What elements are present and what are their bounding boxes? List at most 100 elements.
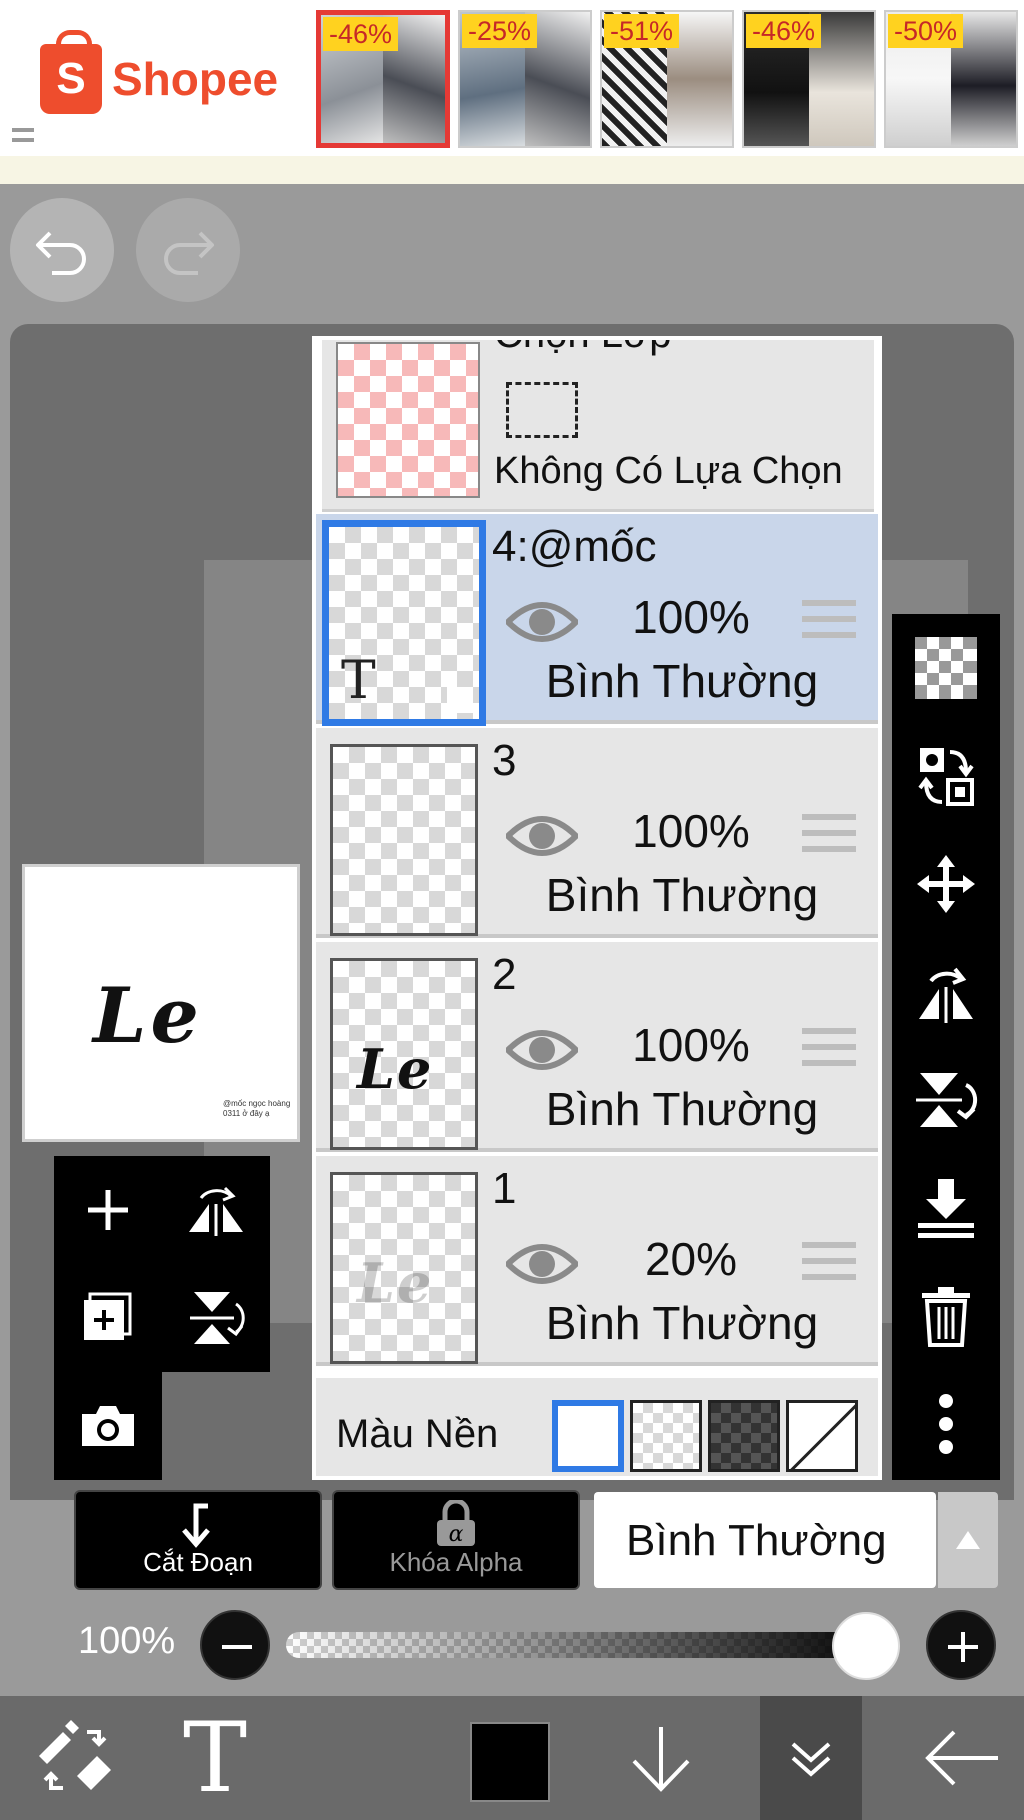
layer-row[interactable]: Le 2 100% Bình Thường <box>316 942 878 1152</box>
shopee-brand-text: Shopee <box>112 53 279 105</box>
tool-select-button[interactable] <box>10 1696 140 1820</box>
more-options-button[interactable] <box>892 1370 1000 1478</box>
thumbnail-small-text <box>447 687 473 713</box>
opacity-slider-thumb[interactable] <box>832 1612 900 1680</box>
drag-handle-icon[interactable] <box>802 1028 856 1068</box>
blend-mode-dropdown-arrow-icon[interactable] <box>938 1492 998 1588</box>
plus-icon <box>88 1190 128 1230</box>
flip-horizontal-button[interactable] <box>162 1156 270 1264</box>
layer-row[interactable]: Le 1 20% Bình Thường <box>316 1156 878 1366</box>
clipping-label: Cắt Đoạn <box>143 1547 253 1577</box>
drag-handle-icon[interactable] <box>802 600 856 640</box>
layer-blend-mode: Bình Thường <box>545 655 819 707</box>
add-layer-button[interactable] <box>54 1156 162 1264</box>
ad-product[interactable]: -46% <box>742 10 876 148</box>
selection-title: Chọn Lớp <box>494 340 671 357</box>
eye-icon[interactable] <box>506 1022 578 1078</box>
layer-name: 2 <box>492 950 517 999</box>
layer-row[interactable]: T 4:@mốc 100% Bình Thường <box>316 514 878 726</box>
preview-small-text: @mốc ngọc hoàng 0311 ở đây ạ <box>223 1099 291 1118</box>
layer-panel[interactable]: Chọn Lớp Không Có Lựa Chọn T 4:@mốc 100%… <box>312 336 882 1480</box>
import-photo-button[interactable] <box>54 1372 162 1480</box>
ad-product-list: -46% -25% -51% -46% -50% <box>316 10 1018 148</box>
opacity-slider-track[interactable] <box>286 1632 886 1658</box>
ad-product[interactable]: -46% <box>316 10 450 148</box>
background-dark-checker-option[interactable] <box>708 1400 780 1472</box>
layer-blend-mode: Bình Thường <box>545 1083 819 1135</box>
layer-row[interactable]: 3 100% Bình Thường <box>316 728 878 938</box>
layer-opacity: 100% <box>632 1019 750 1071</box>
thumbnail-artwork: Le <box>357 1251 434 1315</box>
layer-name: 3 <box>492 736 517 785</box>
redo-button[interactable] <box>136 198 240 302</box>
alpha-lock-label: Khóa Alpha <box>389 1547 523 1577</box>
shopee-logo[interactable]: S Shopee <box>40 30 279 114</box>
scroll-down-button[interactable] <box>606 1696 716 1820</box>
thumbnail-artwork: Le <box>357 1037 434 1101</box>
blend-mode-select[interactable]: Bình Thường <box>594 1492 936 1588</box>
opacity-decrease-button[interactable] <box>200 1610 270 1680</box>
layer-opacity: 100% <box>632 591 750 643</box>
ad-menu-icon[interactable] <box>12 128 34 142</box>
layer-opacity: 100% <box>632 805 750 857</box>
drag-handle-icon[interactable] <box>802 1242 856 1282</box>
layer-thumbnail: Le <box>330 958 478 1150</box>
ad-product[interactable]: -50% <box>884 10 1018 148</box>
move-button[interactable] <box>892 830 1000 938</box>
selection-thumbnail <box>336 342 480 498</box>
flip-horizontal-icon <box>919 967 973 1023</box>
preview-artwork: Le <box>93 971 203 1060</box>
flip-vertical-button[interactable] <box>162 1264 270 1372</box>
swap-layer-button[interactable] <box>892 722 1000 830</box>
selection-layer-row[interactable]: Chọn Lớp Không Có Lựa Chọn <box>322 340 874 512</box>
ad-product[interactable]: -51% <box>600 10 734 148</box>
blend-mode-value: Bình Thường <box>626 1516 887 1565</box>
duplicate-layer-button[interactable] <box>54 1264 162 1372</box>
undo-button[interactable] <box>10 198 114 302</box>
discount-badge: -50% <box>888 14 964 48</box>
arrow-down-icon <box>632 1727 690 1792</box>
text-tool-button[interactable]: T <box>150 1696 280 1820</box>
opacity-value: 100% <box>78 1620 176 1662</box>
swap-icon <box>918 748 974 806</box>
discount-badge: -46% <box>323 17 399 51</box>
layer-blend-mode: Bình Thường <box>545 1297 819 1349</box>
flip-layer-vertical-button[interactable] <box>892 1046 1000 1154</box>
layer-name: 4:@mốc <box>492 522 657 571</box>
opacity-increase-button[interactable] <box>926 1610 996 1680</box>
arrow-left-icon <box>925 1730 998 1786</box>
right-toolbar <box>892 614 1000 1480</box>
ad-banner[interactable]: S Shopee -46% -25% -51% -46% -50% <box>0 0 1024 160</box>
back-button[interactable] <box>900 1696 1024 1820</box>
clipping-button[interactable]: Cắt Đoạn <box>74 1490 322 1590</box>
alpha-lock-button[interactable]: α Khóa Alpha <box>332 1490 580 1590</box>
merge-down-button[interactable] <box>892 1154 1000 1262</box>
merge-down-icon <box>918 1179 974 1238</box>
collapse-panel-button[interactable] <box>760 1696 862 1820</box>
move-icon <box>917 855 975 913</box>
bottom-toolbar: T <box>0 1696 1024 1820</box>
eye-icon[interactable] <box>506 808 578 864</box>
background-none-option[interactable] <box>786 1400 858 1472</box>
flip-layer-horizontal-button[interactable] <box>892 938 1000 1046</box>
background-color-label: Màu Nền <box>336 1412 499 1456</box>
canvas-preview[interactable]: Le @mốc ngọc hoàng 0311 ở đây ạ <box>22 864 300 1142</box>
layer-blend-mode: Bình Thường <box>545 869 819 921</box>
background-transparent-option[interactable] <box>630 1400 702 1472</box>
background-white-option[interactable] <box>552 1400 624 1472</box>
transparency-button[interactable] <box>892 614 1000 722</box>
checkerboard-icon <box>915 637 977 699</box>
eye-icon[interactable] <box>506 1236 578 1292</box>
delete-layer-button[interactable] <box>892 1262 1000 1370</box>
drag-handle-icon[interactable] <box>802 814 856 854</box>
color-swatch-button[interactable] <box>470 1722 550 1802</box>
eye-icon[interactable] <box>506 594 578 650</box>
layer-name: 1 <box>492 1164 517 1213</box>
ad-product[interactable]: -25% <box>458 10 592 148</box>
redo-icon <box>164 231 214 275</box>
layer-thumbnail: T <box>322 520 486 726</box>
layer-thumbnail <box>330 744 478 936</box>
double-chevron-down-icon <box>791 1742 831 1777</box>
flip-vertical-icon <box>190 1292 245 1344</box>
more-vertical-icon <box>939 1394 953 1454</box>
